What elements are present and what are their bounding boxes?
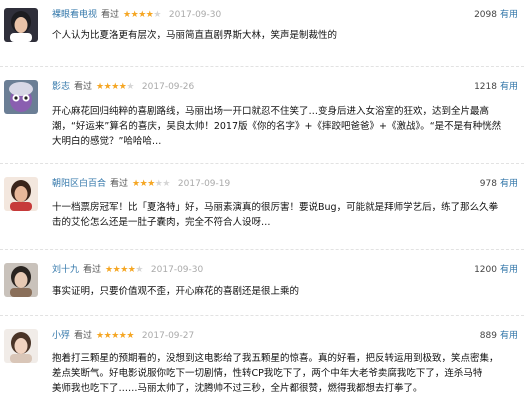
vote-area: 2098 有用 (474, 8, 518, 22)
rating-stars: ★★★★★ (96, 82, 134, 92)
review-text-line: 差点笑断气。好电影说服你吃下一切剧情，性转CP我吃下了，两个中年大老爷卖腐我吃下… (52, 368, 483, 379)
review-date: 2017-09-30 (168, 10, 222, 20)
useful-button[interactable]: 有用 (500, 82, 518, 92)
review-text-line: 个人认为比夏洛更有层次，马丽简直直剧界斯大林，笑声是制裁性的 (52, 30, 338, 41)
review-text: 开心麻花回归纯粹的喜剧路线，马丽出场一开口就忍不住笑了…变身后进入女浴室的狂欢，… (52, 104, 518, 149)
star-icon: ★ (123, 10, 131, 20)
review-text-line: 美师我也吃下了……马丽太帅了，沈腾帅不过三秒，全片都很赞，燃得我都想去打拳了。 (52, 383, 423, 394)
avatar-image (4, 80, 38, 114)
rating-stars: ★★★★★ (123, 10, 161, 20)
review-header: 裸眼看电视 看过 ★★★★★ 2017-09-30 (52, 8, 221, 22)
useful-button[interactable]: 有用 (500, 179, 518, 189)
star-icon: ★ (111, 82, 119, 92)
username-link[interactable]: 影志 (52, 82, 70, 92)
review-text: 抱着打三颗星的预期看的，没想到这电影给了我五颗星的惊喜。真的好看，把反转运用到极… (52, 351, 518, 396)
useful-button[interactable]: 有用 (500, 10, 518, 20)
review-date: 2017-09-27 (141, 331, 195, 341)
avatar[interactable] (4, 8, 38, 42)
star-icon: ★ (105, 265, 113, 275)
avatar[interactable] (4, 80, 38, 114)
divider (0, 315, 524, 316)
review-date: 2017-09-19 (177, 179, 231, 189)
username-link[interactable]: 刘十九 (52, 265, 79, 275)
avatar[interactable] (4, 329, 38, 363)
star-icon: ★ (126, 331, 134, 341)
star-icon: ★ (126, 82, 134, 92)
review-header: 小殍 看过 ★★★★★ 2017-09-27 (52, 329, 194, 343)
star-icon: ★ (162, 179, 170, 189)
review-text: 个人认为比夏洛更有层次，马丽简直直剧界斯大林，笑声是制裁性的 (52, 28, 518, 43)
review-text: 十一档票房冠军！比「夏洛特」好，马丽素演真的很厉害！要说Bug，可能就是拜师学艺… (52, 200, 518, 230)
star-icon: ★ (111, 331, 119, 341)
vote-count: 978 (479, 179, 497, 189)
star-icon: ★ (147, 179, 155, 189)
vote-area: 889 有用 (480, 329, 518, 343)
review-text-line: 抱着打三颗星的预期看的，没想到这电影给了我五颗星的惊喜。真的好看，把反转运用到极… (52, 353, 499, 364)
watched-label: 看过 (101, 10, 120, 20)
watched-label: 看过 (83, 265, 102, 275)
useful-button[interactable]: 有用 (500, 265, 518, 275)
username-link[interactable]: 朝阳区白百合 (52, 179, 106, 189)
avatar-image (4, 263, 38, 297)
star-icon: ★ (96, 82, 104, 92)
vote-area: 1200 有用 (474, 263, 518, 277)
avatar[interactable] (4, 177, 38, 211)
username-link[interactable]: 裸眼看电视 (52, 10, 97, 20)
star-icon: ★ (135, 265, 143, 275)
watched-label: 看过 (110, 179, 129, 189)
rating-stars: ★★★★★ (96, 331, 134, 341)
divider (0, 163, 524, 164)
divider (0, 66, 524, 67)
vote-count: 889 (479, 331, 497, 341)
rating-stars: ★★★★★ (105, 265, 143, 275)
review-text-line: 开心麻花回归纯粹的喜剧路线，马丽出场一开口就忍不住笑了…变身后进入女浴室的狂欢，… (52, 106, 490, 117)
review-text-line: 十一档票房冠军！比「夏洛特」好，马丽素演真的很厉害！要说Bug，可能就是拜师学艺… (52, 202, 499, 213)
review-text-line: 击的艾伦怎么还是一肚子囊肉，完全不符合人设呀… (52, 217, 271, 228)
divider (0, 249, 524, 250)
watched-label: 看过 (74, 82, 93, 92)
review-header: 影志 看过 ★★★★★ 2017-09-26 (52, 80, 194, 94)
rating-stars: ★★★★★ (132, 179, 170, 189)
vote-count: 1218 (474, 82, 497, 92)
avatar-image (4, 329, 38, 363)
star-icon: ★ (153, 10, 161, 20)
review-header: 朝阳区白百合 看过 ★★★★★ 2017-09-19 (52, 177, 230, 191)
vote-count: 2098 (474, 10, 497, 20)
avatar-image (4, 8, 38, 42)
review-text-line: 大明白的感觉？”哈哈哈… (52, 136, 162, 147)
review-date: 2017-09-30 (150, 265, 204, 275)
vote-area: 1218 有用 (474, 80, 518, 94)
star-icon: ★ (138, 10, 146, 20)
username-link[interactable]: 小殍 (52, 331, 70, 341)
review-text-line: 事实证明，只要价值观不歪，开心麻花的喜剧还是很上乘的 (52, 286, 300, 297)
review-header: 刘十九 看过 ★★★★★ 2017-09-30 (52, 263, 203, 277)
vote-count: 1200 (474, 265, 497, 275)
review-text-line: 潮，“好运来”算名的喜庆，吴良太帅！2017版《你的名字》+《摔跤吧爸爸》+《激… (52, 121, 502, 132)
watched-label: 看过 (74, 331, 93, 341)
review-text: 事实证明，只要价值观不歪，开心麻花的喜剧还是很上乘的 (52, 284, 518, 299)
star-icon: ★ (96, 331, 104, 341)
avatar-image (4, 177, 38, 211)
star-icon: ★ (132, 179, 140, 189)
review-date: 2017-09-26 (141, 82, 195, 92)
avatar[interactable] (4, 263, 38, 297)
vote-area: 978 有用 (480, 177, 518, 191)
star-icon: ★ (120, 265, 128, 275)
useful-button[interactable]: 有用 (500, 331, 518, 341)
